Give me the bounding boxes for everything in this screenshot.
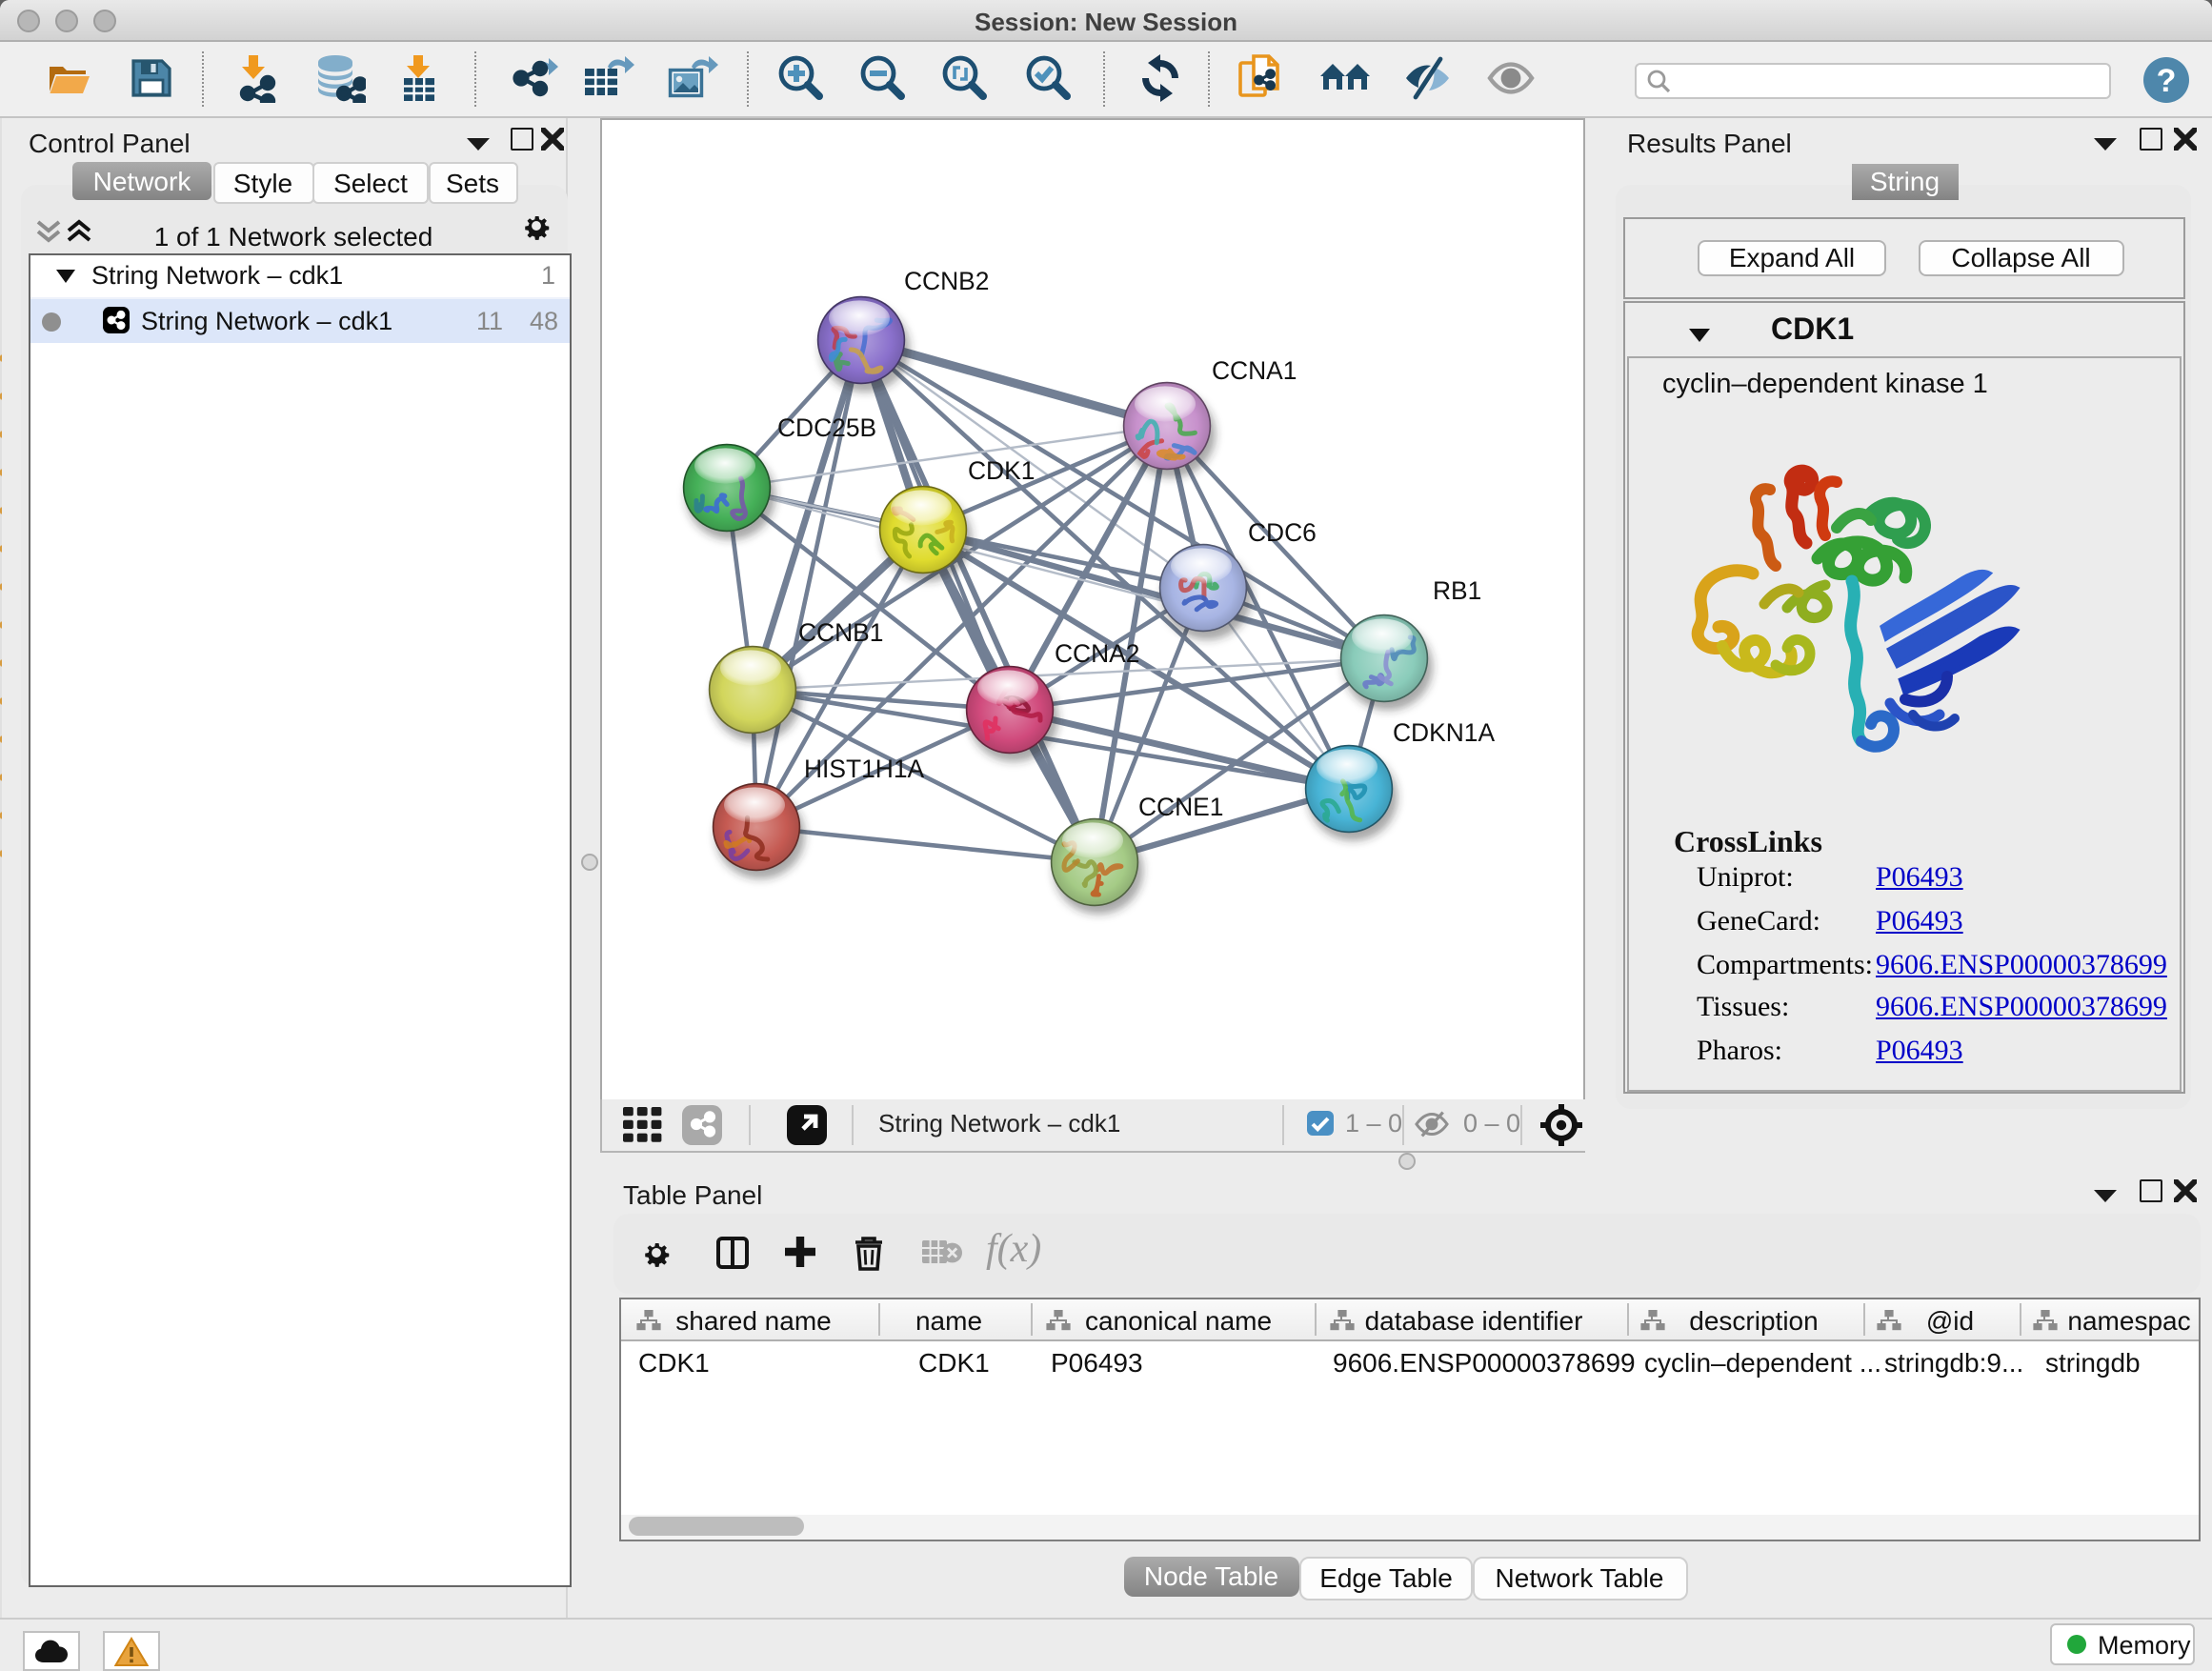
svg-text:CCNB1: CCNB1 — [798, 618, 883, 647]
svg-text:CCNA1: CCNA1 — [1212, 356, 1297, 385]
svg-text:?: ? — [2157, 63, 2177, 99]
svg-text:CDC6: CDC6 — [1248, 518, 1317, 547]
svg-text:HIST1H1A: HIST1H1A — [804, 755, 925, 783]
svg-text:RB1: RB1 — [1433, 576, 1481, 605]
svg-text:CCNE1: CCNE1 — [1138, 793, 1223, 821]
svg-text:CDK1: CDK1 — [968, 456, 1035, 485]
svg-text:CCNA2: CCNA2 — [1055, 639, 1139, 668]
svg-text:CCNB2: CCNB2 — [904, 267, 989, 295]
svg-text:CDC25B: CDC25B — [777, 413, 876, 442]
svg-text:CDKN1A: CDKN1A — [1393, 718, 1495, 747]
